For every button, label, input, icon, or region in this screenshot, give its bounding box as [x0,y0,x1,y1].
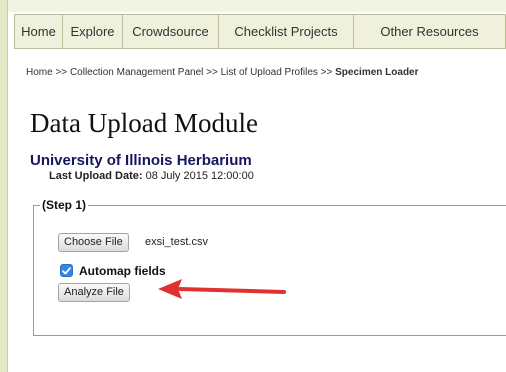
top-strip [8,0,506,12]
step-legend: (Step 1) [42,198,87,212]
nav-crowdsource[interactable]: Crowdsource [123,15,219,48]
choose-file-button[interactable]: Choose File [58,233,129,252]
breadcrumb-collection-management-panel[interactable]: Collection Management Panel [70,67,203,78]
breadcrumb-upload-profiles[interactable]: List of Upload Profiles [221,67,318,78]
last-upload-label: Last Upload Date: [49,170,143,182]
page-title: Data Upload Module [30,108,258,138]
breadcrumb-separator: >> [320,67,333,78]
breadcrumb-home[interactable]: Home [26,67,53,78]
nav-home[interactable]: Home [14,15,63,48]
analyze-file-button[interactable]: Analyze File [58,283,130,302]
left-side-bar [0,0,8,372]
red-arrow-icon [158,279,286,299]
checkmark-icon [62,266,71,274]
nav-explore[interactable]: Explore [63,15,123,48]
collection-name: University of Illinois Herbarium [30,152,252,169]
breadcrumb: Home >> Collection Management Panel >> L… [26,67,419,78]
automap-checkbox[interactable] [60,264,73,277]
breadcrumb-separator: >> [206,67,218,78]
selected-file-name: exsi_test.csv [145,236,208,248]
last-upload-date: Last Upload Date: 08 July 2015 12:00:00 [49,170,254,182]
breadcrumb-current: Specimen Loader [335,67,419,78]
nav-checklist-projects[interactable]: Checklist Projects [219,15,354,48]
main-nav: Home Explore Crowdsource Checklist Proje… [14,14,506,49]
nav-other-resources[interactable]: Other Resources [354,15,506,48]
last-upload-value: 08 July 2015 12:00:00 [145,170,254,182]
breadcrumb-separator: >> [55,67,68,78]
